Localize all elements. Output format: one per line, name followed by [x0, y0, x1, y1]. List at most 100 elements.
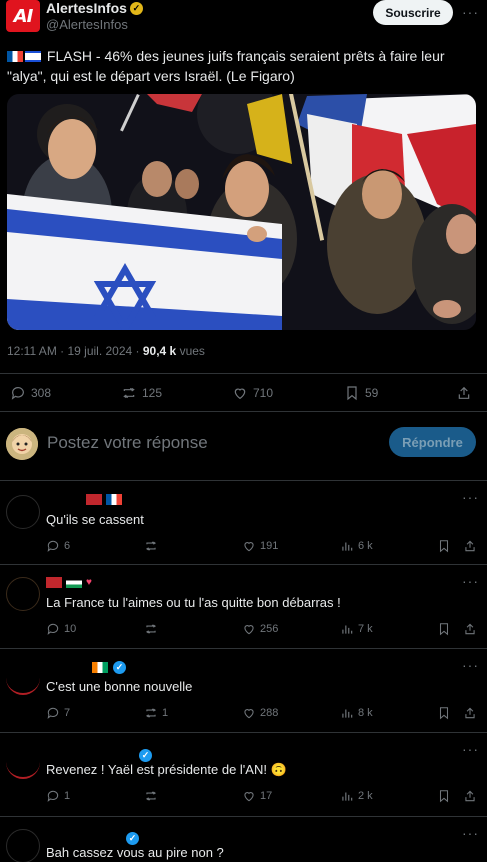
reply-item[interactable]: ✓ ··· Bah cassez vous au pire non ?	[0, 817, 487, 862]
repost-count: 1	[162, 707, 169, 719]
israel-flag-icon	[25, 51, 41, 62]
reply-item[interactable]: ✓ ··· Revenez ! Yaël est présidente de l…	[0, 733, 487, 816]
reply-item[interactable]: ··· Qu'ils se cassent 6 191 6 k	[0, 481, 487, 564]
like-action[interactable]: 256	[242, 622, 278, 636]
reply-icon	[47, 540, 59, 552]
author-name[interactable]: AlertesInfos	[46, 0, 127, 16]
more-options-icon[interactable]: ···	[462, 489, 479, 505]
share-icon	[458, 386, 470, 399]
share-action[interactable]	[463, 622, 477, 636]
crowd-with-flags-photo	[7, 94, 476, 330]
bookmark-icon	[439, 707, 449, 720]
views-count: 2 k	[358, 790, 373, 802]
bookmark-icon	[347, 386, 357, 401]
post-image[interactable]	[7, 94, 476, 330]
views-count: 90,4 k	[142, 344, 177, 358]
reply-action[interactable]: 308	[10, 385, 51, 401]
reply-item[interactable]: ✓ ··· C'est une bonne nouvelle 7 1 288 8…	[0, 649, 487, 732]
heart-icon	[234, 388, 246, 400]
share-action[interactable]	[463, 706, 477, 720]
post-meta: 12:11 AM · 19 juil. 2024 · 90,4 k vues	[7, 344, 205, 358]
verified-gold-badge-icon: ✓	[129, 1, 143, 15]
reply-flags	[86, 494, 124, 505]
reply-flags: ♥	[46, 577, 92, 588]
views-action[interactable]: 6 k	[340, 539, 373, 553]
like-count: 17	[260, 790, 273, 802]
divider	[0, 373, 487, 374]
bookmark-action[interactable]	[437, 539, 451, 553]
post-timestamp[interactable]: 12:11 AM · 19 juil. 2024 ·	[7, 344, 143, 358]
bookmark-action[interactable]	[437, 622, 451, 636]
reply-input[interactable]: Postez votre réponse	[47, 433, 208, 453]
reply-button[interactable]: Répondre	[389, 427, 476, 457]
bookmark-action[interactable]: 59	[344, 385, 378, 401]
views-label: vues	[176, 344, 205, 358]
bookmark-action[interactable]	[437, 789, 451, 803]
repost-action[interactable]	[144, 789, 162, 803]
avatar[interactable]	[6, 661, 40, 695]
reply-item[interactable]: ♥ ··· La France tu l'aimes ou tu l'as qu…	[0, 565, 487, 648]
repost-icon	[145, 624, 157, 634]
bookmark-action[interactable]	[437, 706, 451, 720]
reply-action[interactable]: 10	[46, 622, 76, 636]
heart-icon	[244, 792, 254, 802]
repost-icon	[145, 791, 157, 801]
views-action[interactable]: 7 k	[340, 622, 373, 636]
reply-action[interactable]: 1	[46, 789, 70, 803]
analytics-icon	[342, 709, 353, 718]
like-action[interactable]: 710	[232, 385, 273, 401]
more-options-icon[interactable]: ···	[462, 741, 479, 757]
more-options-icon[interactable]: ···	[462, 657, 479, 673]
reply-icon	[47, 623, 59, 635]
verified-badge-icon: ✓	[113, 661, 126, 674]
share-action[interactable]	[456, 385, 472, 401]
like-count: 710	[253, 386, 274, 400]
author-name-row[interactable]: AlertesInfos ✓	[46, 0, 143, 16]
analytics-icon	[342, 792, 353, 801]
reply-flags: ✓	[126, 828, 139, 846]
avatar[interactable]	[6, 495, 40, 529]
views-count: 7 k	[358, 623, 373, 635]
reply-icon	[47, 790, 59, 802]
heart-emoji-icon: ♥	[86, 577, 92, 588]
reply-count: 308	[31, 386, 52, 400]
repost-action[interactable]	[144, 622, 162, 636]
share-icon	[465, 623, 475, 635]
more-options-icon[interactable]: ···	[462, 573, 479, 589]
reply-action[interactable]: 6	[46, 539, 70, 553]
like-action[interactable]: 288	[242, 706, 278, 720]
repost-action[interactable]	[144, 539, 162, 553]
repost-action[interactable]: 1	[144, 706, 168, 720]
like-count: 256	[260, 623, 279, 635]
more-options-icon[interactable]: ···	[462, 825, 479, 841]
like-action[interactable]: 191	[242, 539, 278, 553]
author-avatar[interactable]: AI	[6, 0, 40, 32]
avatar[interactable]	[6, 829, 40, 862]
author-handle[interactable]: @AlertesInfos	[46, 17, 128, 32]
views-action[interactable]: 8 k	[340, 706, 373, 720]
share-action[interactable]	[463, 539, 477, 553]
repost-action[interactable]: 125	[121, 385, 162, 401]
france-flag-icon	[106, 494, 122, 505]
like-action[interactable]: 17	[242, 789, 272, 803]
post-text: FLASH - 46% des jeunes juifs français se…	[7, 48, 445, 84]
views-count: 6 k	[358, 540, 373, 552]
subscribe-button[interactable]: Souscrire	[373, 0, 453, 25]
reply-flags: ✓	[92, 661, 126, 674]
more-options-icon[interactable]: ···	[462, 4, 479, 20]
analytics-icon	[342, 625, 353, 634]
analytics-icon	[342, 542, 353, 551]
views-action[interactable]: 2 k	[340, 789, 373, 803]
heart-icon	[244, 542, 254, 552]
reply-text: Bah cassez vous au pire non ?	[46, 845, 224, 860]
bookmark-icon	[439, 790, 449, 803]
heart-icon	[244, 625, 254, 635]
repost-icon	[145, 708, 157, 718]
reply-action[interactable]: 7	[46, 706, 70, 720]
avatar[interactable]	[6, 745, 40, 779]
reply-icon	[47, 707, 59, 719]
share-action[interactable]	[463, 789, 477, 803]
user-avatar[interactable]	[6, 428, 38, 460]
avatar[interactable]	[6, 577, 40, 611]
bookmark-icon	[439, 623, 449, 636]
